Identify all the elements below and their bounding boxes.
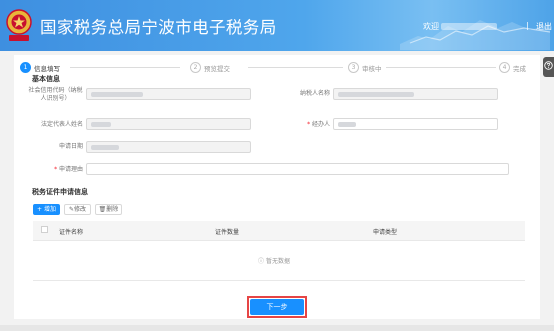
tax-emblem-logo	[6, 9, 32, 41]
select-all-checkbox[interactable]	[41, 226, 48, 233]
user-name-redacted	[441, 23, 497, 30]
table-divider	[33, 280, 525, 281]
plus-icon: +	[37, 206, 43, 213]
header-separator: |	[526, 21, 529, 30]
edit-button[interactable]: ✎修改	[64, 204, 91, 215]
redacted-value	[91, 92, 143, 97]
delete-button-label: 删除	[106, 206, 119, 213]
taxpayer-name-field	[333, 88, 498, 100]
required-mark: *	[307, 121, 311, 128]
footer-bar	[0, 325, 554, 331]
handler-field[interactable]	[333, 118, 498, 130]
date-label: 申请日期	[58, 143, 83, 150]
step-1-circle: 1	[20, 62, 31, 73]
question-icon	[544, 61, 553, 70]
step-4-label: 完成	[513, 65, 526, 73]
step-4-circle: 4	[499, 62, 510, 73]
step-2-circle: 2	[190, 62, 201, 73]
cert-table-header: 证件名称 证件数量 申请类型	[33, 221, 525, 241]
step-connector	[386, 67, 496, 68]
reason-label-text: 申请理由	[58, 166, 83, 173]
required-mark: *	[54, 166, 58, 173]
redacted-value	[91, 145, 119, 150]
reason-label: * 申请理由	[28, 166, 83, 174]
step-3-label: 审核中	[362, 65, 382, 73]
handler-label-text: 经办人	[311, 121, 330, 128]
legal-rep-label: 法定代表人姓名	[40, 121, 83, 128]
add-button-label: 增加	[43, 206, 56, 213]
logout-link[interactable]: 退出	[536, 21, 552, 32]
redacted-value	[338, 92, 414, 97]
welcome-label: 欢迎	[423, 22, 439, 31]
edit-button-label: 修改	[74, 206, 87, 213]
basic-info-title: 基本信息	[32, 75, 60, 83]
user-greeting: 欢迎	[423, 21, 497, 32]
column-header-cert-count: 证件数量	[215, 229, 240, 236]
add-button[interactable]: + 增加	[33, 204, 60, 215]
handler-label: * 经办人	[280, 121, 330, 129]
reason-field[interactable]	[86, 163, 509, 175]
column-header-cert-name: 证件名称	[59, 229, 84, 236]
empty-state-text: 暂无数据	[265, 258, 290, 265]
next-step-button[interactable]: 下一步	[250, 299, 304, 315]
delete-button[interactable]: 🗑删除	[95, 204, 122, 215]
empty-state: ⓘ 暂无数据	[258, 256, 290, 265]
site-title: 国家税务总局宁波市电子税务局	[40, 18, 277, 37]
top-header: 国家税务总局宁波市电子税务局 欢迎 | 退出	[0, 0, 554, 51]
date-field	[86, 141, 251, 153]
column-header-apply-type: 申请类型	[373, 229, 398, 236]
cert-info-title: 税务证件申请信息	[32, 188, 88, 196]
step-connector	[70, 67, 180, 68]
step-1-label: 信息填写	[34, 65, 60, 73]
redacted-value	[338, 122, 356, 127]
help-button[interactable]	[543, 57, 554, 77]
step-2-label: 预览提交	[204, 65, 230, 73]
step-connector	[248, 67, 343, 68]
credit-code-field	[86, 88, 251, 100]
taxpayer-name-label: 纳税人名称	[299, 90, 330, 97]
progress-steps: 1 信息填写 2 预览提交 3 审核中 4 完成	[20, 62, 530, 74]
redacted-value	[91, 122, 111, 127]
step-3-circle: 3	[348, 62, 359, 73]
legal-rep-field	[86, 118, 251, 130]
credit-code-label: 社会信用代码（纳税人识别号）	[28, 87, 83, 102]
info-circle-icon: ⓘ	[258, 258, 265, 265]
